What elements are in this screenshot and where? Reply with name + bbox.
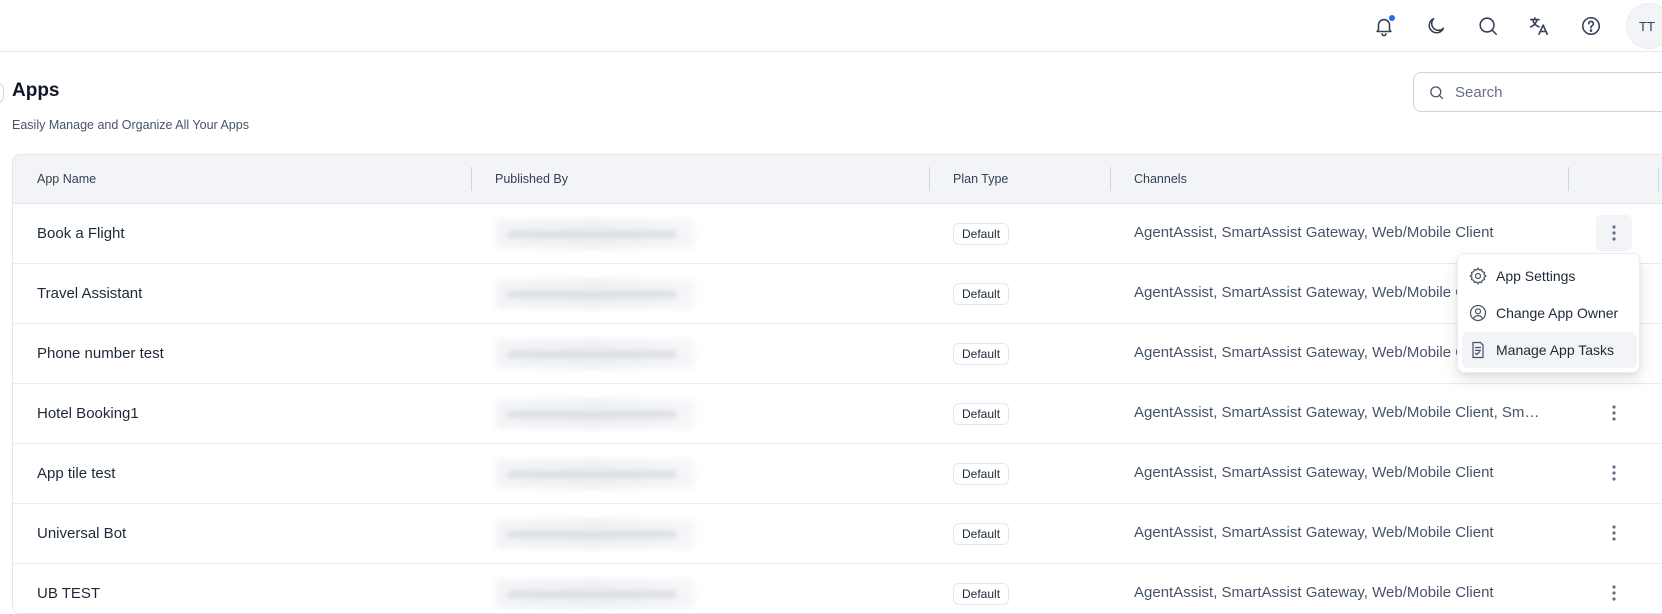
plan-type-badge: Default [953, 463, 1010, 485]
plan-type-badge: Default [953, 403, 1010, 425]
gear-icon [1469, 267, 1487, 285]
more-vertical-icon [1612, 225, 1616, 241]
app-name[interactable]: Travel Assistant [37, 285, 142, 302]
column-divider [1568, 167, 1569, 191]
table-row[interactable]: Hotel Booking1 Default AgentAssist, Smar… [13, 384, 1662, 444]
channels-text: AgentAssist, SmartAssist Gateway, Web/Mo… [1134, 224, 1494, 241]
column-divider [1658, 167, 1659, 191]
notifications-button[interactable] [1367, 9, 1401, 43]
menu-item-label: Change App Owner [1496, 305, 1619, 321]
global-search-button[interactable] [1471, 9, 1505, 43]
published-by-redacted [495, 339, 695, 369]
app-name[interactable]: Universal Bot [37, 525, 126, 542]
search-box[interactable] [1413, 72, 1662, 112]
menu-item-manage-app-tasks[interactable]: Manage App Tasks [1462, 332, 1637, 368]
table-row[interactable]: Phone number test Default AgentAssist, S… [13, 324, 1662, 384]
page-subtitle: Easily Manage and Organize All Your Apps [12, 118, 249, 132]
column-divider [1110, 167, 1111, 191]
row-actions-button[interactable] [1596, 575, 1632, 611]
column-header-published-by: Published By [495, 172, 568, 186]
table-row[interactable]: Universal Bot Default AgentAssist, Smart… [13, 504, 1662, 564]
plan-type-badge: Default [953, 223, 1010, 245]
user-circle-icon [1469, 304, 1487, 322]
channels-text: AgentAssist, SmartAssist Gateway, Web/Mo… [1134, 464, 1494, 481]
moon-icon [1428, 17, 1445, 34]
menu-item-label: Manage App Tasks [1496, 342, 1615, 358]
channels-text: AgentAssist, SmartAssist Gateway, Web/Mo… [1134, 404, 1544, 421]
menu-item-change-app-owner[interactable]: Change App Owner [1462, 295, 1637, 331]
row-actions-button[interactable] [1596, 515, 1632, 551]
table-header: App Name Published By Plan Type Channels [13, 155, 1662, 204]
row-actions-menu: App Settings Change App Owner Manage App… [1457, 253, 1640, 373]
row-actions-button[interactable] [1596, 455, 1632, 491]
more-vertical-icon [1612, 525, 1616, 541]
app-name[interactable]: Book a Flight [37, 225, 125, 242]
plan-type-badge: Default [953, 583, 1010, 605]
more-vertical-icon [1612, 405, 1616, 421]
language-button[interactable] [1522, 9, 1556, 43]
channels-text: AgentAssist, SmartAssist Gateway, Web/Mo… [1134, 284, 1467, 301]
plan-type-badge: Default [953, 523, 1010, 545]
app-name[interactable]: Hotel Booking1 [37, 405, 139, 422]
app-name[interactable]: UB TEST [37, 585, 100, 602]
published-by-redacted [495, 579, 695, 609]
theme-toggle-button[interactable] [1419, 9, 1453, 43]
more-vertical-icon [1612, 585, 1616, 601]
published-by-redacted [495, 399, 695, 429]
channels-text: AgentAssist, SmartAssist Gateway, Web/Mo… [1134, 524, 1494, 541]
apps-table: App Name Published By Plan Type Channels… [12, 154, 1662, 614]
plan-type-badge: Default [953, 343, 1010, 365]
published-by-redacted [495, 519, 695, 549]
more-vertical-icon [1612, 465, 1616, 481]
notification-dot [1389, 15, 1395, 21]
published-by-redacted [495, 459, 695, 489]
table-row[interactable]: App tile test Default AgentAssist, Smart… [13, 444, 1662, 504]
translate-icon [1529, 16, 1549, 36]
sidebar-toggle-handle[interactable] [0, 82, 4, 104]
column-header-app-name: App Name [37, 172, 97, 186]
app-name[interactable]: Phone number test [37, 345, 164, 362]
plan-type-badge: Default [953, 283, 1010, 305]
table-row[interactable]: Travel Assistant Default AgentAssist, Sm… [13, 264, 1662, 324]
help-icon [1581, 16, 1601, 36]
top-bar: TT [0, 0, 1662, 52]
search-icon [1479, 17, 1498, 36]
column-header-plan-type: Plan Type [953, 172, 1009, 186]
search-icon [1430, 85, 1444, 99]
table-row[interactable]: Book a Flight Default AgentAssist, Smart… [13, 204, 1662, 264]
help-button[interactable] [1574, 9, 1608, 43]
column-divider [929, 167, 930, 191]
channels-text: AgentAssist, SmartAssist Gateway, Web/Mo… [1134, 584, 1494, 601]
document-check-icon [1472, 341, 1484, 359]
table-row[interactable]: UB TEST Default AgentAssist, SmartAssist… [13, 564, 1662, 613]
menu-item-app-settings[interactable]: App Settings [1462, 258, 1637, 294]
row-actions-button[interactable] [1596, 215, 1632, 251]
page-title: Apps [12, 80, 60, 101]
row-actions-button[interactable] [1596, 395, 1632, 431]
app-name[interactable]: App tile test [37, 465, 115, 482]
published-by-redacted [495, 279, 695, 309]
avatar[interactable]: TT [1626, 3, 1662, 49]
column-divider [471, 167, 472, 191]
menu-item-label: App Settings [1496, 268, 1576, 284]
channels-text: AgentAssist, SmartAssist Gateway, Web/Mo… [1134, 344, 1467, 361]
search-input[interactable] [1455, 83, 1655, 101]
column-header-channels: Channels [1134, 172, 1187, 186]
published-by-redacted [495, 219, 695, 249]
